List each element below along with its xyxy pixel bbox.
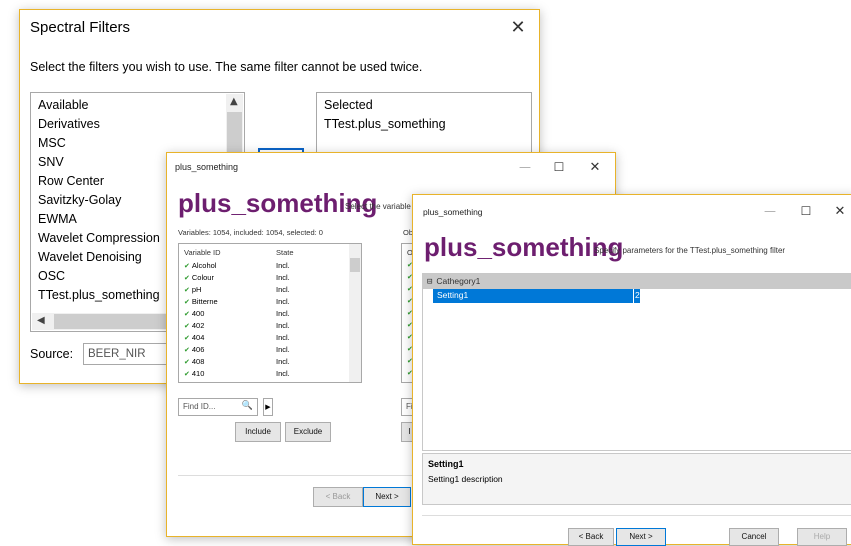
minimize-icon[interactable]: — (515, 153, 535, 181)
description-text: Setting1 description (428, 474, 503, 484)
check-icon: ✔ (184, 334, 190, 342)
row-state: Incl. (276, 345, 290, 354)
next-button[interactable]: Next > (363, 487, 411, 507)
search-icon[interactable]: 🔍 (242, 401, 253, 411)
property-name[interactable]: Setting1 (433, 289, 633, 303)
scroll-thumb[interactable] (350, 258, 360, 272)
check-icon: ✔ (184, 286, 190, 294)
column-header-variable-id[interactable]: Variable ID (184, 248, 221, 257)
source-label: Source: (30, 347, 74, 361)
maximize-icon[interactable]: ☐ (796, 195, 816, 227)
selected-header: Selected (324, 98, 373, 112)
close-icon[interactable]: ✕ (830, 195, 850, 227)
check-icon: ✔ (184, 322, 190, 330)
available-header: Available (38, 98, 89, 112)
back-button[interactable]: < Back (568, 528, 614, 546)
list-item[interactable]: Wavelet Compression (38, 231, 160, 245)
scroll-up-icon[interactable]: ▲ (230, 96, 238, 107)
dialog-title: Spectral Filters (30, 19, 131, 36)
row-state: Incl. (276, 297, 290, 306)
description-panel: Setting1 Setting1 description (422, 453, 851, 505)
table-row[interactable]: ✔ 402 (184, 321, 204, 330)
source-field[interactable]: BEER_NIR (83, 343, 173, 365)
list-item[interactable]: TTest.plus_something (38, 288, 160, 302)
cancel-button[interactable]: Cancel (729, 528, 779, 546)
row-state: Incl. (276, 261, 290, 270)
scroll-left-icon[interactable]: ◀ (37, 315, 45, 326)
window-title: plus_something (175, 162, 239, 172)
check-icon: ✔ (184, 358, 190, 366)
check-icon: ✔ (184, 310, 190, 318)
close-icon[interactable]: ✕ (503, 10, 533, 44)
window-title: plus_something (423, 207, 483, 217)
parameters-dialog: plus_something — ☐ ✕ plus_something Spec… (412, 194, 851, 546)
column-header-state[interactable]: State (276, 248, 294, 257)
table-row[interactable]: ✔ 406 (184, 345, 204, 354)
table-row[interactable]: ✔ Alcohol (184, 261, 216, 270)
list-item[interactable]: TTest.plus_something (324, 117, 446, 131)
find-id-input[interactable]: Find ID... 🔍 (178, 398, 258, 416)
description-title: Setting1 (428, 459, 464, 469)
divider (422, 515, 851, 516)
table-row[interactable]: ✔ 410 (184, 369, 204, 378)
table-row[interactable]: ✔ 408 (184, 357, 204, 366)
row-state: Incl. (276, 357, 290, 366)
check-icon: ✔ (184, 346, 190, 354)
row-state: Incl. (276, 309, 290, 318)
check-icon: ✔ (184, 370, 190, 378)
variables-info: Variables: 1054, included: 1054, selecte… (178, 228, 323, 237)
find-placeholder: Find ID... (183, 402, 216, 411)
property-row[interactable]: Setting1 2 (423, 289, 851, 303)
maximize-icon[interactable]: ☐ (549, 153, 569, 181)
list-item[interactable]: SNV (38, 155, 64, 169)
variables-table[interactable]: Variable ID State ✔ Alcohol Incl. ✔ Colour… (178, 243, 362, 383)
row-state: Incl. (276, 333, 290, 342)
check-icon: ✔ (184, 274, 190, 282)
page-subtitle: Select the variable (345, 202, 411, 211)
vertical-scrollbar[interactable] (349, 244, 361, 382)
row-state: Incl. (276, 285, 290, 294)
collapse-icon[interactable]: ⊟ (427, 277, 432, 287)
exclude-button[interactable]: Exclude (285, 422, 331, 442)
list-item[interactable]: Wavelet Denoising (38, 250, 142, 264)
find-next-button[interactable]: ▶ (263, 398, 273, 416)
instructions: Select the filters you wish to use. The … (30, 60, 423, 74)
table-row[interactable]: ✔ Bitterne (184, 297, 218, 306)
list-item[interactable]: Row Center (38, 174, 104, 188)
include-button[interactable]: Include (235, 422, 281, 442)
help-button[interactable]: Help (797, 528, 847, 546)
close-icon[interactable]: ✕ (585, 153, 605, 181)
list-item[interactable]: OSC (38, 269, 65, 283)
list-item[interactable]: Savitzky-Golay (38, 193, 121, 207)
page-subtitle: Specify parameters for the TTest.plus_so… (594, 246, 786, 255)
table-row[interactable]: ✔ 404 (184, 333, 204, 342)
check-icon: ✔ (184, 262, 190, 270)
check-icon: ✔ (184, 298, 190, 306)
list-item[interactable]: EWMA (38, 212, 77, 226)
row-state: Incl. (276, 321, 290, 330)
property-grid[interactable]: ⊟ Cathegory1 Setting1 2 (422, 273, 851, 451)
scroll-thumb[interactable] (227, 112, 242, 152)
minimize-icon[interactable]: — (760, 195, 780, 227)
property-value-field[interactable]: 2 (634, 289, 640, 303)
row-state: Incl. (276, 369, 290, 378)
table-row[interactable]: ✔ pH (184, 285, 201, 294)
row-state: Incl. (276, 273, 290, 282)
list-item[interactable]: Derivatives (38, 117, 100, 131)
list-item[interactable]: MSC (38, 136, 66, 150)
property-category[interactable]: ⊟ Cathegory1 (423, 274, 851, 289)
category-label: Cathegory1 (436, 276, 481, 286)
next-button[interactable]: Next > (616, 528, 666, 546)
table-row[interactable]: ✔ Colour (184, 273, 214, 282)
table-row[interactable]: ✔ 400 (184, 309, 204, 318)
back-button[interactable]: < Back (313, 487, 363, 507)
